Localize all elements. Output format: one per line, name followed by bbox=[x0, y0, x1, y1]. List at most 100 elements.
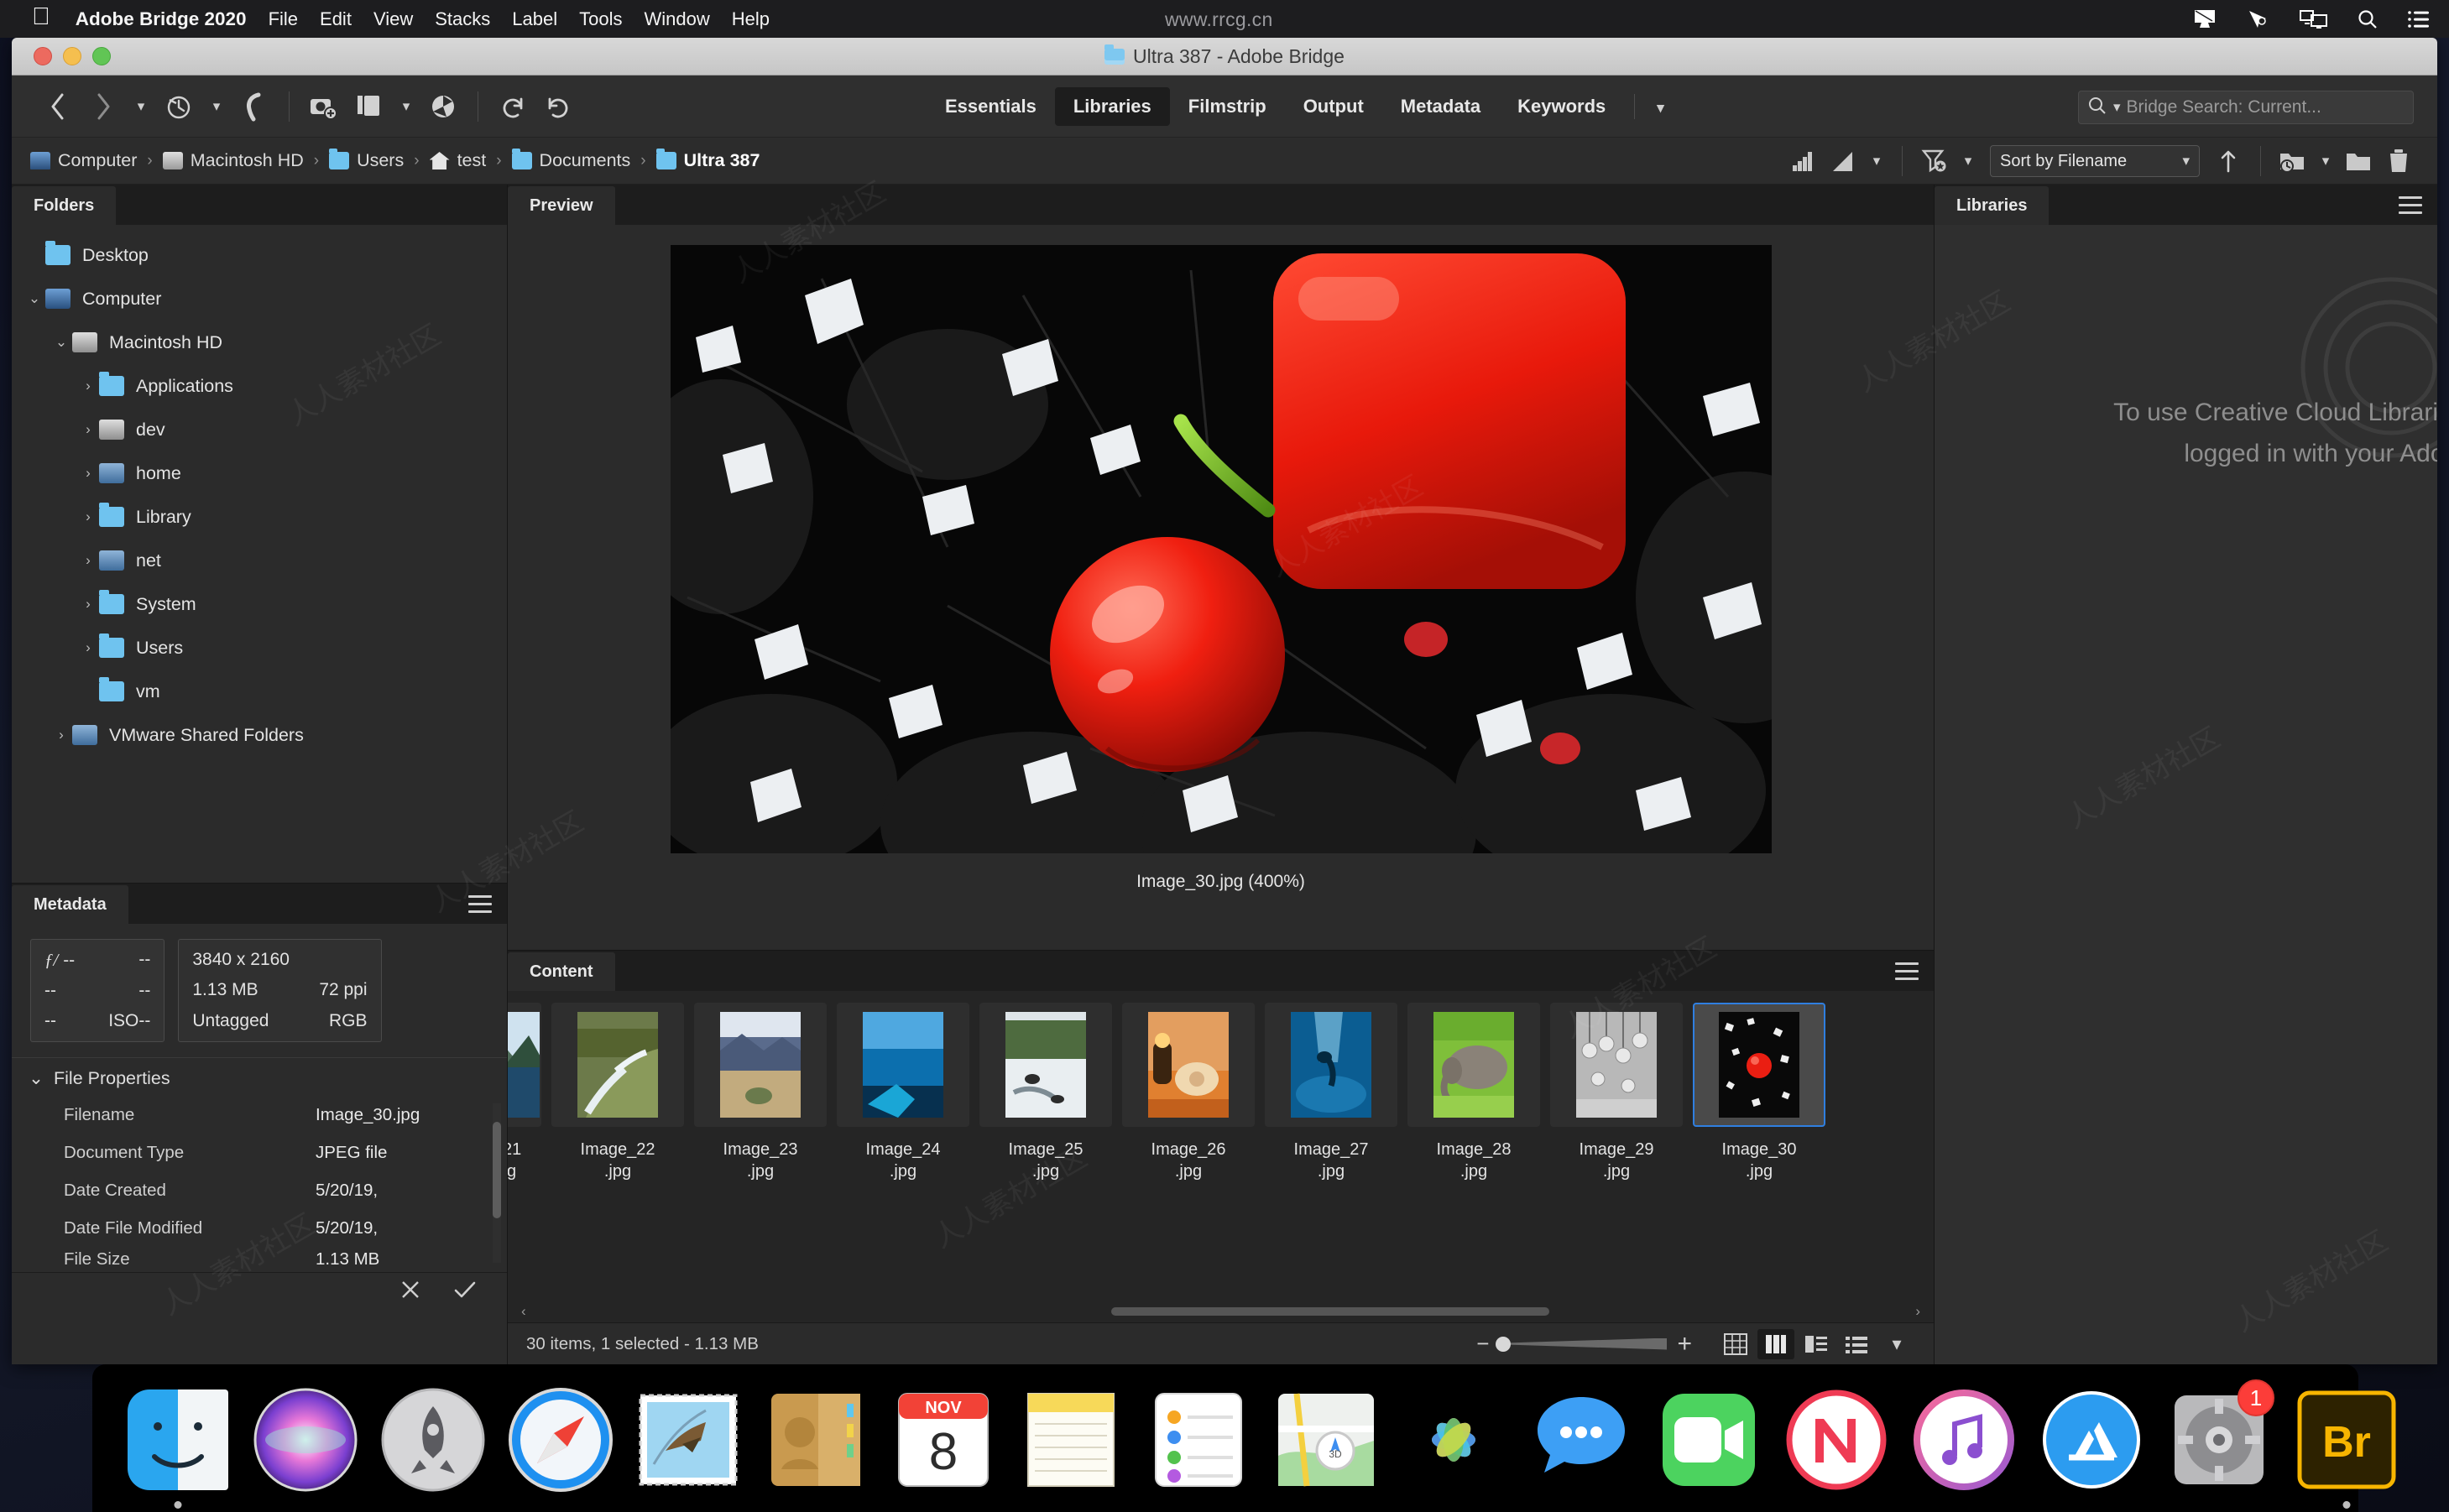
scrollbar-thumb[interactable] bbox=[1110, 1307, 1550, 1316]
ascending-arrow-icon[interactable] bbox=[2208, 143, 2248, 180]
tree-item-applications[interactable]: › Applications bbox=[12, 364, 507, 408]
get-photos-from-camera-icon[interactable] bbox=[301, 86, 347, 127]
search-icon[interactable] bbox=[2357, 8, 2379, 30]
breadcrumb-item-users[interactable]: Users bbox=[329, 149, 404, 171]
scrollbar-thumb[interactable] bbox=[493, 1122, 501, 1218]
twisty[interactable]: ⌄ bbox=[23, 290, 45, 307]
dock-item-news[interactable] bbox=[1773, 1376, 1900, 1504]
menu-item-stacks[interactable]: Stacks bbox=[435, 8, 490, 30]
open-in-camera-raw-icon[interactable] bbox=[420, 86, 466, 127]
dock-item-mail[interactable] bbox=[624, 1376, 752, 1504]
dock-item-photos[interactable] bbox=[1390, 1376, 1517, 1504]
breadcrumb-item-computer[interactable]: Computer bbox=[30, 150, 137, 171]
dock-item-system-preferences[interactable]: 1 bbox=[2155, 1376, 2283, 1504]
chevron-down-icon[interactable]: ▾ bbox=[1645, 87, 1676, 126]
twisty[interactable]: › bbox=[77, 596, 99, 613]
thumbnail-box[interactable] bbox=[979, 1003, 1112, 1127]
scroll-left-arrow-icon[interactable]: ‹ bbox=[521, 1303, 526, 1320]
thumbnail-box[interactable] bbox=[1265, 1003, 1397, 1127]
panel-menu-icon[interactable] bbox=[1895, 962, 1919, 985]
zoom-out-button[interactable]: − bbox=[1476, 1331, 1489, 1357]
thumbnail-box[interactable] bbox=[694, 1003, 827, 1127]
grid-view-icon[interactable] bbox=[1717, 1329, 1754, 1359]
search-input[interactable]: ▾ Bridge Search: Current... bbox=[2078, 91, 2414, 124]
dock-item-maps[interactable]: 3D bbox=[1262, 1376, 1390, 1504]
list-item-selected[interactable]: Image_30 .jpg bbox=[1693, 1003, 1825, 1183]
thumbnail-box[interactable] bbox=[837, 1003, 969, 1127]
tab-output[interactable]: Output bbox=[1285, 87, 1382, 126]
tab-preview[interactable]: Preview bbox=[508, 186, 615, 225]
thumbnail-box[interactable] bbox=[1693, 1003, 1825, 1127]
tree-item-macintosh-hd[interactable]: ⌄ Macintosh HD bbox=[12, 321, 507, 364]
twisty[interactable]: › bbox=[50, 727, 72, 743]
list-item[interactable]: Image_23 .jpg bbox=[694, 1003, 827, 1183]
dock-item-itunes[interactable] bbox=[1900, 1376, 2028, 1504]
dock-item-app-store[interactable] bbox=[2028, 1376, 2155, 1504]
sort-dropdown[interactable]: Sort by Filename ▾ bbox=[1990, 145, 2200, 177]
thumbnail-view-icon[interactable] bbox=[1757, 1328, 1794, 1359]
dock-item-adobe-bridge[interactable]: Br bbox=[2283, 1376, 2410, 1509]
dock-item-notes[interactable] bbox=[1007, 1376, 1135, 1504]
rotate-clockwise-icon[interactable] bbox=[535, 86, 581, 127]
tab-folders[interactable]: Folders bbox=[12, 186, 117, 225]
chevron-down-icon[interactable]: ▾ bbox=[126, 86, 156, 127]
tree-item-system[interactable]: › System bbox=[12, 582, 507, 626]
tree-item-desktop[interactable]: Desktop bbox=[12, 233, 507, 277]
list-item[interactable]: e_21.jpg bbox=[508, 1003, 541, 1183]
trash-icon[interactable] bbox=[2379, 143, 2419, 180]
file-properties-header[interactable]: ⌄ File Properties bbox=[12, 1068, 507, 1096]
slider-knob[interactable] bbox=[1496, 1336, 1512, 1352]
twisty[interactable]: › bbox=[77, 508, 99, 525]
tab-essentials[interactable]: Essentials bbox=[927, 87, 1055, 126]
tree-item-users[interactable]: › Users bbox=[12, 626, 507, 670]
list-item[interactable]: Image_24 .jpg bbox=[837, 1003, 969, 1183]
dock-item-messages[interactable] bbox=[1517, 1376, 1645, 1504]
apple-menu-icon[interactable]:  bbox=[32, 5, 50, 29]
breadcrumb-item-ultra-387[interactable]: Ultra 387 bbox=[655, 149, 760, 171]
rating-filter-dropdown-icon[interactable] bbox=[1823, 143, 1863, 180]
zoom-in-button[interactable]: + bbox=[1677, 1330, 1692, 1358]
rotate-counterclockwise-icon[interactable] bbox=[490, 86, 535, 127]
chevron-down-icon[interactable]: ▾ bbox=[1878, 1329, 1915, 1359]
dock-item-contacts[interactable] bbox=[752, 1376, 880, 1504]
tab-libraries-panel[interactable]: Libraries bbox=[1935, 186, 2050, 225]
tab-libraries[interactable]: Libraries bbox=[1054, 87, 1170, 126]
dock-item-safari[interactable] bbox=[497, 1376, 624, 1504]
list-view-icon[interactable] bbox=[1838, 1329, 1875, 1359]
tree-item-dev[interactable]: › dev bbox=[12, 408, 507, 451]
menu-item-window[interactable]: Window bbox=[644, 8, 709, 30]
dock-item-facetime[interactable] bbox=[1645, 1376, 1773, 1504]
rating-filter-icon[interactable] bbox=[1783, 143, 1823, 180]
panel-menu-icon[interactable] bbox=[468, 895, 492, 918]
twisty[interactable]: › bbox=[77, 639, 99, 656]
thumbnail-box[interactable] bbox=[508, 1003, 541, 1127]
twisty[interactable]: ⌄ bbox=[50, 334, 72, 351]
control-center-icon[interactable] bbox=[2407, 9, 2431, 29]
thumbnail-size-slider[interactable]: − + bbox=[1476, 1330, 1692, 1358]
metadata-scrollbar[interactable] bbox=[490, 1103, 504, 1263]
breadcrumb-item-documents[interactable]: Documents bbox=[511, 149, 630, 171]
recent-history-icon[interactable] bbox=[156, 86, 201, 127]
screen-mirror-icon[interactable] bbox=[2300, 8, 2328, 30]
content-horizontal-scrollbar[interactable]: ‹ › bbox=[508, 1301, 1934, 1322]
dock-item-reminders[interactable] bbox=[1135, 1376, 1262, 1504]
dock-item-calendar[interactable]: NOV 8 bbox=[880, 1376, 1007, 1504]
chevron-down-icon[interactable]: ▾ bbox=[392, 86, 420, 127]
tab-content[interactable]: Content bbox=[508, 952, 615, 991]
tree-item-net[interactable]: › net bbox=[12, 539, 507, 582]
menu-item-app[interactable]: Adobe Bridge 2020 bbox=[76, 8, 247, 30]
dock-item-siri[interactable] bbox=[242, 1376, 369, 1504]
scrollbar-track[interactable] bbox=[536, 1307, 1906, 1316]
new-folder-icon[interactable] bbox=[2338, 143, 2379, 180]
cancel-metadata-icon[interactable] bbox=[399, 1279, 421, 1306]
twisty[interactable]: › bbox=[77, 552, 99, 569]
dock-item-downloads-folder[interactable] bbox=[2441, 1376, 2449, 1504]
list-item[interactable]: Image_27 .jpg bbox=[1265, 1003, 1397, 1183]
list-item[interactable]: Image_22 .jpg bbox=[551, 1003, 684, 1183]
menu-item-help[interactable]: Help bbox=[732, 8, 770, 30]
slider-track[interactable] bbox=[1496, 1336, 1668, 1352]
dock-item-finder[interactable] bbox=[114, 1376, 242, 1509]
chevron-down-icon[interactable]: ▾ bbox=[201, 86, 232, 127]
tree-item-library[interactable]: › Library bbox=[12, 495, 507, 539]
list-item[interactable]: Image_29 .jpg bbox=[1550, 1003, 1683, 1183]
